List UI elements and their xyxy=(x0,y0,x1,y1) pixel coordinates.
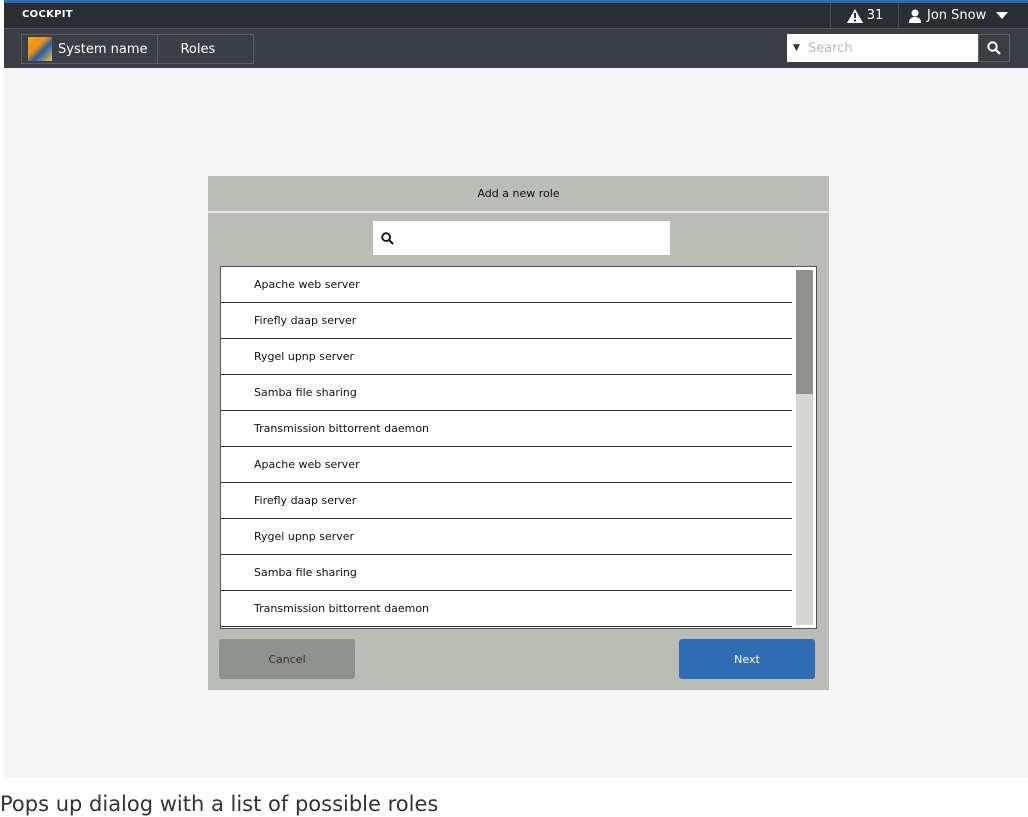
host-selector[interactable]: System name xyxy=(22,35,157,63)
user-menu[interactable]: Jon Snow xyxy=(898,3,1028,28)
role-list: Apache web server Firefly daap server Ryge… xyxy=(220,266,817,629)
user-icon xyxy=(909,9,921,23)
search-scope-dropdown-icon[interactable]: ▼ xyxy=(793,43,800,53)
role-list-item[interactable]: Transmission bittorrent daemon xyxy=(221,411,792,447)
role-list-item[interactable]: Apache web server xyxy=(221,267,792,303)
host-logo-icon xyxy=(28,37,52,61)
nav-roles[interactable]: Roles xyxy=(157,35,253,63)
role-list-item[interactable]: Samba file sharing xyxy=(221,555,792,591)
role-list-item[interactable]: Apache web server xyxy=(221,447,792,483)
role-list-item[interactable]: Firefly daap server xyxy=(221,303,792,339)
search-button[interactable] xyxy=(978,34,1010,62)
brand-label: COCKPIT xyxy=(22,9,73,20)
role-list-item[interactable]: Transmission bittorrent daemon xyxy=(221,591,792,627)
cancel-button[interactable]: Cancel xyxy=(219,639,355,679)
caption: Pops up dialog with a list of possible r… xyxy=(0,792,439,816)
search-icon xyxy=(987,41,1001,55)
role-filter xyxy=(373,221,670,255)
nav-bar: System name Roles ▼ xyxy=(4,28,1028,68)
role-list-item[interactable]: Rygel upnp server xyxy=(221,339,792,375)
search-box: ▼ xyxy=(787,34,978,62)
role-list-item[interactable]: Rygel upnp server xyxy=(221,519,792,555)
breadcrumb: System name Roles xyxy=(21,34,255,64)
add-role-dialog: Add a new role Apache web server Firefly … xyxy=(208,176,829,690)
app-frame: COCKPIT 31 Jon Snow System name Roles ▼ … xyxy=(4,0,1028,778)
scrollbar-thumb[interactable] xyxy=(796,270,813,394)
scrollbar-track[interactable] xyxy=(796,270,813,625)
warning-icon xyxy=(846,8,863,23)
role-list-item[interactable]: Samba file sharing xyxy=(221,375,792,411)
role-list-item[interactable]: Firefly daap server xyxy=(221,483,792,519)
search-input[interactable] xyxy=(805,39,970,57)
host-name: System name xyxy=(58,41,148,57)
dialog-title: Add a new role xyxy=(208,176,829,213)
alert-count: 31 xyxy=(866,8,884,23)
search-icon xyxy=(381,231,394,245)
next-button[interactable]: Next xyxy=(679,639,815,679)
user-name: Jon Snow xyxy=(927,8,987,23)
chevron-down-icon xyxy=(996,11,1009,19)
nav-roles-label: Roles xyxy=(180,41,216,57)
top-bar: COCKPIT 31 Jon Snow xyxy=(4,0,1028,28)
role-filter-input[interactable] xyxy=(402,230,656,246)
alerts-button[interactable]: 31 xyxy=(830,3,899,28)
